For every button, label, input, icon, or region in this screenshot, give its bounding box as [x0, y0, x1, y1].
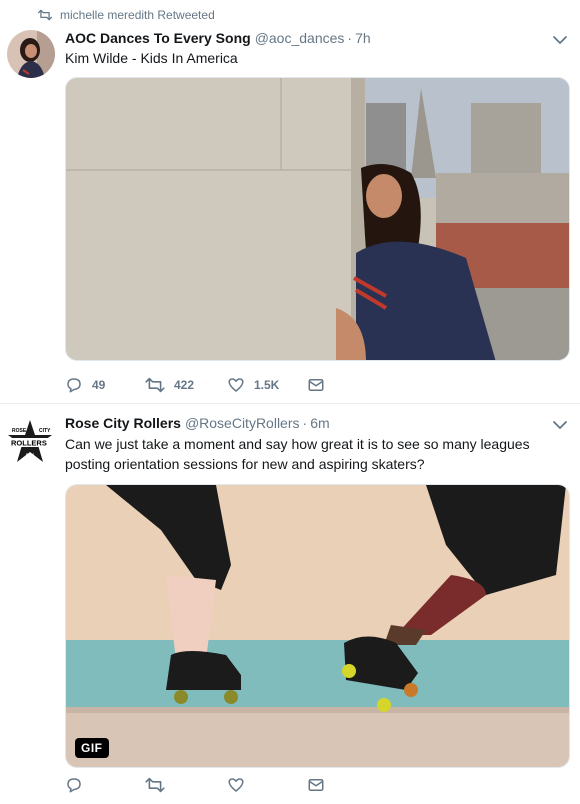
- retweet-action[interactable]: [145, 777, 227, 793]
- timestamp[interactable]: 7h: [355, 30, 371, 46]
- reply-action[interactable]: 49: [65, 376, 145, 394]
- tweet-gif[interactable]: GIF: [65, 484, 570, 768]
- retweet-icon: [38, 9, 52, 21]
- tweet-video[interactable]: [65, 77, 570, 361]
- separator-dot: ·: [347, 30, 353, 46]
- heart-icon: [228, 378, 244, 392]
- message-action[interactable]: [307, 777, 334, 793]
- tweet-actions: 49 422 1.5K: [65, 376, 334, 394]
- like-action[interactable]: [227, 776, 307, 794]
- display-name[interactable]: AOC Dances To Every Song: [65, 30, 251, 46]
- user-handle[interactable]: @RoseCityRollers: [185, 415, 300, 431]
- retweet-context-text[interactable]: michelle meredith Retweeted: [60, 8, 215, 22]
- reply-icon: [67, 778, 81, 793]
- user-handle[interactable]: @aoc_dances: [255, 30, 345, 46]
- retweet-count: 422: [174, 378, 195, 392]
- tweet-aoc-dances[interactable]: michelle meredith Retweeted AOC Dances T…: [0, 0, 580, 404]
- message-action[interactable]: [307, 377, 334, 393]
- tweet-text: Kim Wilde - Kids In America: [65, 50, 238, 66]
- tweet-rose-city-rollers[interactable]: ROSE CITY ROLLERS PDX Rose City Rollers …: [0, 404, 580, 804]
- logo-text-rose: ROSE: [12, 428, 27, 434]
- chevron-down-icon[interactable]: [552, 417, 568, 433]
- retweet-action[interactable]: 422: [145, 377, 227, 393]
- display-name[interactable]: Rose City Rollers: [65, 415, 181, 431]
- reply-count: 49: [92, 378, 106, 392]
- message-icon: [308, 379, 324, 391]
- gif-badge: GIF: [75, 738, 109, 758]
- avatar[interactable]: ROSE CITY ROLLERS PDX: [7, 419, 53, 465]
- tweet-text: Can we just take a moment and say how gr…: [65, 436, 530, 472]
- logo-text-pdx: PDX: [26, 452, 35, 457]
- separator-dot: ·: [302, 415, 308, 431]
- reply-icon: [67, 378, 81, 393]
- logo-text-city: CITY: [39, 428, 51, 434]
- retweet-icon: [145, 777, 165, 793]
- tweet-actions: [65, 776, 334, 794]
- like-count: 1.5K: [254, 378, 280, 392]
- tweet-header: Rose City Rollers @RoseCityRollers · 6m: [65, 415, 330, 431]
- tweet-header: AOC Dances To Every Song @aoc_dances · 7…: [65, 30, 371, 46]
- heart-icon: [228, 778, 244, 792]
- chevron-down-icon[interactable]: [552, 32, 568, 48]
- retweet-icon: [145, 377, 165, 393]
- timestamp[interactable]: 6m: [310, 415, 329, 431]
- logo-text-rollers: ROLLERS: [11, 439, 47, 448]
- avatar[interactable]: [7, 30, 55, 78]
- reply-action[interactable]: [65, 776, 145, 794]
- message-icon: [308, 779, 324, 791]
- like-action[interactable]: 1.5K: [227, 376, 307, 394]
- retweet-context: michelle meredith Retweeted: [38, 8, 215, 22]
